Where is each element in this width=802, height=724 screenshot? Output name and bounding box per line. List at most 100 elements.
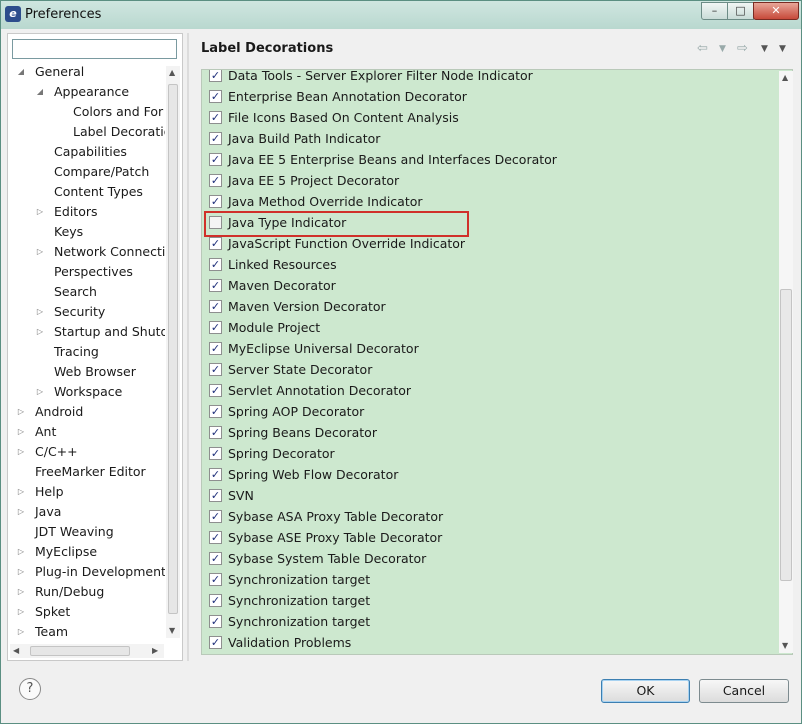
decorator-item[interactable]: ✓ Maven Version Decorator (202, 296, 772, 317)
decorator-item[interactable]: ✓ JavaScript Function Override Indicator (202, 233, 772, 254)
tree-horizontal-scrollbar[interactable]: ◀ ▶ (10, 644, 164, 658)
decorator-checkbox[interactable]: ✓ (209, 447, 222, 460)
help-icon[interactable]: ? (19, 678, 41, 700)
view-menu-icon[interactable]: ▼ (779, 44, 786, 54)
decorator-checkbox[interactable]: ✓ (209, 384, 222, 397)
scroll-up-icon[interactable]: ▲ (782, 73, 788, 82)
decorator-item[interactable]: ✓ Java Build Path Indicator (202, 128, 772, 149)
scroll-left-icon[interactable]: ◀ (13, 646, 19, 655)
collapsed-arrow-icon[interactable]: ▷ (16, 402, 26, 422)
decorator-item[interactable]: ✓ Maven Decorator (202, 275, 772, 296)
decorator-item[interactable]: ✓ Synchronization target (202, 569, 772, 590)
decorator-checkbox[interactable]: ✓ (209, 342, 222, 355)
collapsed-arrow-icon[interactable]: ▷ (16, 502, 26, 522)
decorator-checkbox[interactable]: ✓ (209, 573, 222, 586)
decorator-item[interactable]: ✓ Synchronization target (202, 590, 772, 611)
expanded-arrow-icon[interactable]: ◢ (35, 82, 45, 102)
filter-input[interactable] (12, 39, 177, 59)
decorator-item[interactable]: ✓ Spring AOP Decorator (202, 401, 772, 422)
decorator-item[interactable]: ✓ Server State Decorator (202, 359, 772, 380)
collapsed-arrow-icon[interactable]: ▷ (35, 242, 45, 262)
decorator-checkbox[interactable]: ✓ (209, 174, 222, 187)
decorator-checkbox[interactable]: ✓ (209, 468, 222, 481)
decorator-item[interactable]: ✓ Spring Decorator (202, 443, 772, 464)
decorator-checkbox[interactable]: ✓ (209, 615, 222, 628)
decorator-checkbox[interactable]: ✓ (209, 594, 222, 607)
decorator-checkbox[interactable]: ✓ (209, 70, 222, 82)
collapsed-arrow-icon[interactable]: ▷ (16, 622, 26, 642)
decorator-label: MyEclipse Universal Decorator (228, 341, 419, 356)
decorator-checkbox[interactable]: ✓ (209, 321, 222, 334)
forward-icon[interactable]: ⇨ (737, 41, 748, 56)
collapsed-arrow-icon[interactable]: ▷ (35, 202, 45, 222)
close-button[interactable]: ✕ (753, 2, 799, 20)
decorator-checkbox[interactable]: ✓ (209, 531, 222, 544)
ok-button[interactable]: OK (601, 679, 690, 703)
decorator-checkbox[interactable]: ✓ (209, 195, 222, 208)
maximize-button[interactable]: □ (727, 2, 754, 20)
decorator-item[interactable]: ✓ Spring Web Flow Decorator (202, 464, 772, 485)
expanded-arrow-icon[interactable]: ◢ (16, 62, 26, 82)
decorator-checkbox[interactable] (209, 216, 222, 229)
decorator-item[interactable]: ✓ Spring Beans Decorator (202, 422, 772, 443)
decorator-item[interactable]: ✓ Module Project (202, 317, 772, 338)
scroll-thumb[interactable] (780, 289, 792, 581)
back-menu-icon[interactable]: ▼ (719, 44, 726, 54)
decorator-checkbox[interactable]: ✓ (209, 132, 222, 145)
scroll-down-icon[interactable]: ▼ (782, 641, 788, 650)
collapsed-arrow-icon[interactable]: ▷ (35, 382, 45, 402)
decorator-checkbox[interactable]: ✓ (209, 636, 222, 649)
decorator-item[interactable]: ✓ File Icons Based On Content Analysis (202, 107, 772, 128)
decorator-item[interactable]: Java Type Indicator (202, 212, 772, 233)
decorator-item[interactable]: ✓ Java Method Override Indicator (202, 191, 772, 212)
decorator-item[interactable]: ✓ Validation Problems (202, 632, 772, 653)
decorator-item[interactable]: ✓ Java EE 5 Enterprise Beans and Interfac… (202, 149, 772, 170)
decorator-checkbox[interactable]: ✓ (209, 279, 222, 292)
decorator-checkbox[interactable]: ✓ (209, 426, 222, 439)
scroll-right-icon[interactable]: ▶ (152, 646, 158, 655)
decorator-item[interactable]: ✓ SVN (202, 485, 772, 506)
collapsed-arrow-icon[interactable]: ▷ (16, 482, 26, 502)
scroll-down-icon[interactable]: ▼ (169, 626, 175, 635)
decorator-checkbox[interactable]: ✓ (209, 153, 222, 166)
decorator-checkbox[interactable]: ✓ (209, 552, 222, 565)
collapsed-arrow-icon[interactable]: ▷ (16, 442, 26, 462)
collapsed-arrow-icon[interactable]: ▷ (16, 422, 26, 442)
scroll-thumb[interactable] (30, 646, 130, 656)
collapsed-arrow-icon[interactable]: ▷ (16, 582, 26, 602)
decorator-item[interactable]: ✓ Enterprise Bean Annotation Decorator (202, 86, 772, 107)
decorator-checkbox[interactable]: ✓ (209, 111, 222, 124)
collapsed-arrow-icon[interactable]: ▷ (16, 542, 26, 562)
decorator-checkbox[interactable]: ✓ (209, 489, 222, 502)
back-icon[interactable]: ⇦ (697, 41, 708, 56)
decorator-item[interactable]: ✓ Linked Resources (202, 254, 772, 275)
list-vertical-scrollbar[interactable]: ▲ ▼ (779, 71, 793, 653)
title-bar[interactable]: e Preferences – □ ✕ (1, 1, 801, 29)
collapsed-arrow-icon[interactable]: ▷ (16, 562, 26, 582)
tree-vertical-scrollbar[interactable]: ▲ ▼ (166, 66, 180, 638)
decorator-item[interactable]: ✓ Data Tools - Server Explorer Filter Nod… (202, 70, 772, 86)
decorator-item[interactable]: ✓ Synchronization target (202, 611, 772, 632)
decorator-item[interactable]: ✓ Java EE 5 Project Decorator (202, 170, 772, 191)
decorator-item[interactable]: ✓ Servlet Annotation Decorator (202, 380, 772, 401)
decorator-checkbox[interactable]: ✓ (209, 405, 222, 418)
decorator-checkbox[interactable]: ✓ (209, 237, 222, 250)
scroll-thumb[interactable] (168, 84, 178, 614)
decorator-checkbox[interactable]: ✓ (209, 363, 222, 376)
decorator-checkbox[interactable]: ✓ (209, 300, 222, 313)
collapsed-arrow-icon[interactable]: ▷ (16, 602, 26, 622)
scroll-up-icon[interactable]: ▲ (169, 68, 175, 77)
decorator-item[interactable]: ✓ Sybase ASE Proxy Table Decorator (202, 527, 772, 548)
decorator-checkbox[interactable]: ✓ (209, 510, 222, 523)
cancel-button[interactable]: Cancel (699, 679, 789, 703)
decorator-item[interactable]: ✓ Sybase ASA Proxy Table Decorator (202, 506, 772, 527)
collapsed-arrow-icon[interactable]: ▷ (35, 302, 45, 322)
collapsed-arrow-icon[interactable]: ▷ (35, 322, 45, 342)
decorator-item[interactable]: ✓ MyEclipse Universal Decorator (202, 338, 772, 359)
minimize-button[interactable]: – (701, 2, 728, 20)
decorator-checkbox[interactable]: ✓ (209, 90, 222, 103)
tree-item-label: Appearance (54, 84, 130, 99)
forward-menu-icon[interactable]: ▼ (761, 44, 768, 54)
decorator-item[interactable]: ✓ Sybase System Table Decorator (202, 548, 772, 569)
decorator-checkbox[interactable]: ✓ (209, 258, 222, 271)
